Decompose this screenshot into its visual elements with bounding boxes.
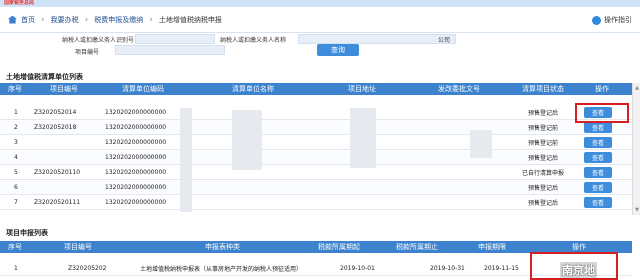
project-no-field[interactable] xyxy=(115,45,225,55)
view-button[interactable]: 查看 xyxy=(584,182,612,193)
table-row: 1 Z3202052014 1320202000000000 预售登记后 查看 xyxy=(0,106,632,120)
row-deadline: 2019-11-15 xyxy=(484,265,519,272)
row-no: 4 xyxy=(14,154,18,161)
view-button[interactable]: 查看 xyxy=(584,122,612,133)
settlement-table-header: 序号 项目编号 清算单位编码 清算单位名称 项目地址 发改委批文号 清算项目状态… xyxy=(0,83,632,95)
view-button[interactable]: 查看 xyxy=(584,137,612,148)
guide-label: 操作指引 xyxy=(604,16,632,24)
col-project-no: 项目编号 xyxy=(50,85,78,93)
breadcrumb-bar: 首页 › 我要办税 › 税费申报及缴纳 › 土地增值税纳税申报 操作指引 xyxy=(0,7,640,33)
watermark: 南京地 xyxy=(560,262,597,278)
table-row: 4 1320202000000000 预售登记后 查看 xyxy=(0,151,632,165)
highlight-box xyxy=(575,103,629,123)
row-project-no: Z32020520110 xyxy=(34,169,81,176)
breadcrumb-current: 土地增值税纳税申报 xyxy=(158,15,222,24)
table-row: 5 Z32020520110 1320202000000000 已自行清算申报 … xyxy=(0,166,632,180)
taxpayer-name-field[interactable] xyxy=(298,34,456,44)
redacted-area xyxy=(180,108,192,212)
top-strip: 国家税务总局 xyxy=(0,0,640,7)
settlement-table-title: 土地增值税清算单位列表 xyxy=(6,73,83,81)
row-period-start: 2019-10-01 xyxy=(340,265,375,272)
row-status: 预售登记后 xyxy=(528,200,559,207)
row-no: 6 xyxy=(14,184,18,191)
col-action: 操作 xyxy=(572,243,586,251)
view-button[interactable]: 查看 xyxy=(584,167,612,178)
taxpayer-id-label: 纳税人或扣缴义务人识别号 xyxy=(62,36,135,44)
row-unit-code: 1320202000000000 xyxy=(105,154,167,161)
col-address: 项目地址 xyxy=(348,85,376,93)
help-icon xyxy=(592,15,601,25)
row-project-no: Z320205202 xyxy=(68,265,107,272)
chevron-right-icon: › xyxy=(41,14,45,25)
chevron-right-icon: › xyxy=(84,14,89,25)
breadcrumb-home[interactable]: 首页 xyxy=(21,15,35,25)
col-no: 序号 xyxy=(8,243,22,251)
site-logo: 国家税务总局 xyxy=(4,0,35,6)
row-form-type: 土地增值税纳税申报表（从事房地产开发的纳税人预征适用） xyxy=(140,266,303,273)
taxpayer-name-label: 纳税人或扣缴义务人名称 xyxy=(220,36,287,44)
col-approval-no: 发改委批文号 xyxy=(438,85,480,93)
row-project-no: Z3202052018 xyxy=(34,124,77,131)
table-row: 6 1320202000000000 预售登记后 查看 xyxy=(0,181,632,195)
row-period-end: 2019-10-31 xyxy=(430,265,465,272)
col-period-end: 税款所属期止 xyxy=(396,243,438,251)
breadcrumb-declare[interactable]: 税费申报及缴纳 xyxy=(94,15,143,25)
col-project-no: 项目编号 xyxy=(64,243,92,251)
row-status: 预售登记后 xyxy=(528,185,559,192)
row-unit-code: 1320202000000000 xyxy=(105,169,167,176)
row-unit-code: 1320202000000000 xyxy=(105,124,167,131)
col-status: 清算项目状态 xyxy=(522,85,564,93)
taxpayer-id-field[interactable] xyxy=(135,34,215,44)
table-row: 7 Z32020520111 1320202000000000 预售登记后 查看 xyxy=(0,196,632,210)
view-button[interactable]: 查看 xyxy=(584,197,612,208)
row-no: 1 xyxy=(14,265,18,272)
col-period-start: 税款所属期起 xyxy=(318,243,360,251)
taxpayer-name-tail: 公司 xyxy=(438,36,451,44)
col-no: 序号 xyxy=(8,85,22,93)
redacted-area xyxy=(232,110,262,170)
declaration-table-title: 项目申报列表 xyxy=(6,229,48,237)
row-no: 3 xyxy=(14,139,18,146)
table-row: 2 Z3202052018 1320202000000000 预售登记前 查看 xyxy=(0,121,632,135)
guide-link[interactable]: 操作指引 xyxy=(592,15,632,25)
row-status: 预售登记前 xyxy=(528,140,559,147)
row-no: 2 xyxy=(14,124,18,131)
row-unit-code: 1320202000000000 xyxy=(105,139,167,146)
breadcrumb: 首页 › 我要办税 › 税费申报及缴纳 › 土地增值税纳税申报 xyxy=(8,15,222,25)
redacted-area xyxy=(350,108,376,168)
table-row: 3 1320202000000000 预售登记前 查看 xyxy=(0,136,632,150)
col-unit-name: 清算单位名称 xyxy=(232,85,274,93)
col-form-type: 申报表种类 xyxy=(205,243,240,251)
home-icon[interactable] xyxy=(8,15,17,24)
chevron-right-icon: › xyxy=(149,14,153,25)
view-button[interactable]: 查看 xyxy=(584,152,612,163)
row-status: 预售登记后 xyxy=(528,155,559,162)
scroll-up-icon[interactable]: ▲ xyxy=(634,85,640,91)
row-unit-code: 1320202000000000 xyxy=(105,199,167,206)
row-no: 7 xyxy=(14,199,18,206)
row-unit-code: 1320202000000000 xyxy=(105,184,167,191)
scroll-down-icon[interactable]: ▼ xyxy=(634,207,640,213)
breadcrumb-tax[interactable]: 我要办税 xyxy=(51,15,79,25)
search-button[interactable]: 查询 xyxy=(317,44,359,56)
col-deadline: 申报期限 xyxy=(478,243,506,251)
row-project-no: Z3202052014 xyxy=(34,109,77,116)
settlement-scrollbar[interactable]: ▲ ▼ xyxy=(632,83,640,215)
redacted-area xyxy=(470,130,492,158)
row-status: 已自行清算申报 xyxy=(522,170,565,177)
row-unit-code: 1320202000000000 xyxy=(105,109,167,116)
row-status: 预售登记后 xyxy=(528,110,559,117)
row-no: 5 xyxy=(14,169,18,176)
row-status: 预售登记前 xyxy=(528,125,559,132)
col-unit-code: 清算单位编码 xyxy=(122,85,164,93)
project-no-label: 项目编号 xyxy=(75,48,100,56)
row-project-no: Z32020520111 xyxy=(34,199,81,206)
col-action: 操作 xyxy=(595,85,609,93)
row-no: 1 xyxy=(14,109,18,116)
